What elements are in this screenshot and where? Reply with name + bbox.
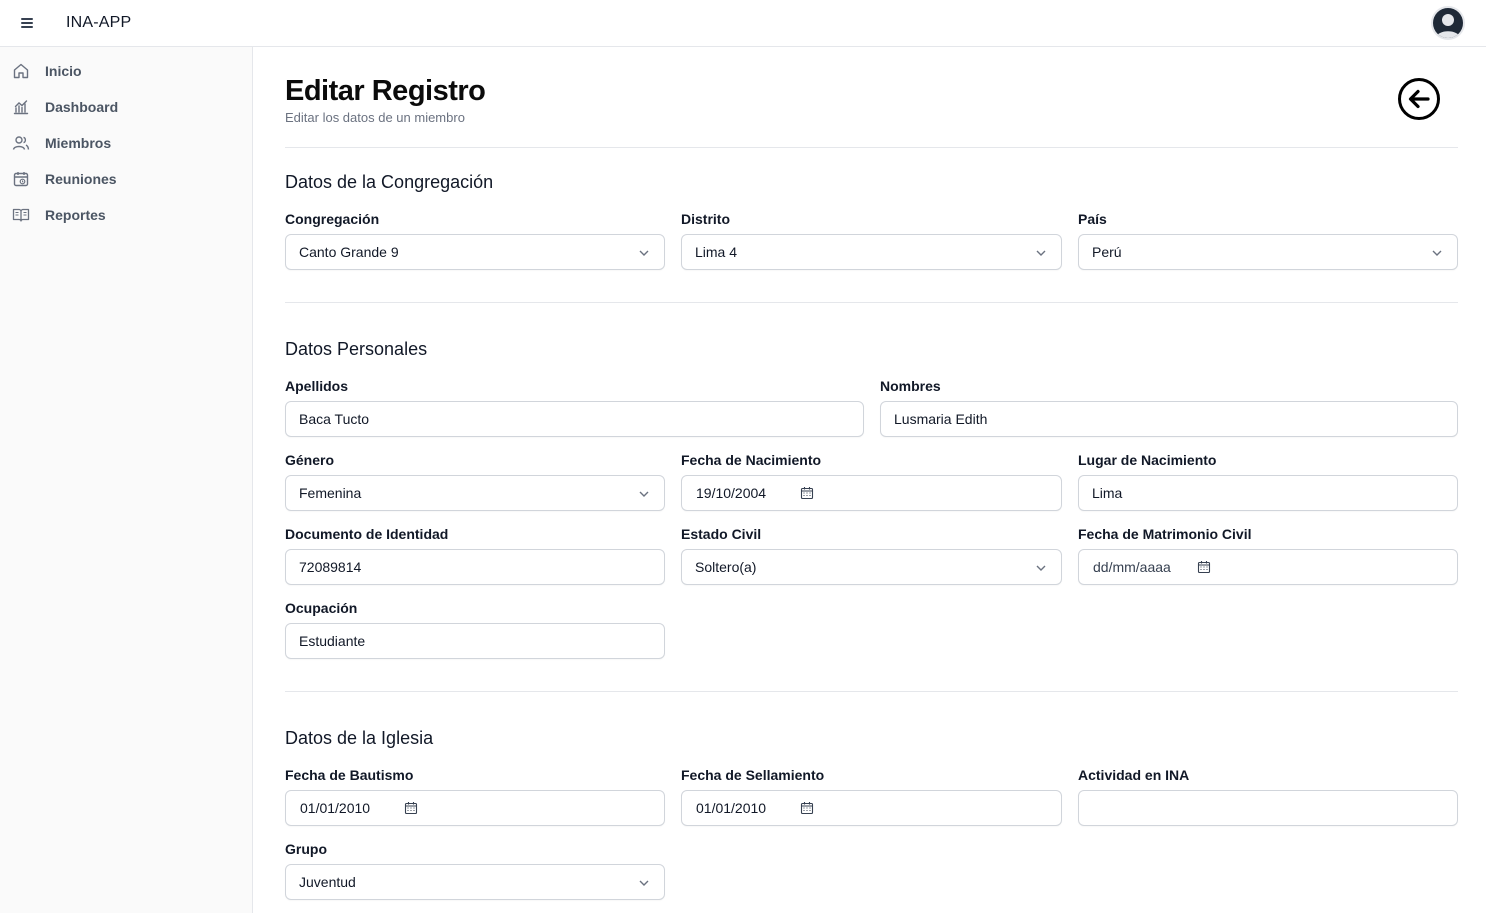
calendar-icon[interactable]: [800, 801, 814, 815]
actividad-input[interactable]: [1078, 790, 1458, 826]
sidebar: Inicio Dashboard Miembros Reuniones Repo…: [0, 47, 253, 913]
fecha-matrimonio-placeholder: dd/mm/aaaa: [1093, 559, 1171, 575]
nombres-label: Nombres: [880, 378, 941, 394]
sidebar-item-label: Reportes: [45, 207, 106, 223]
chevron-down-icon: [1432, 250, 1442, 256]
fecha-bautismo-label: Fecha de Bautismo: [285, 767, 414, 783]
home-icon: [13, 63, 29, 79]
chevron-down-icon: [639, 250, 649, 256]
pais-value: Perú: [1092, 244, 1122, 260]
chevron-down-icon: [639, 880, 649, 886]
pais-select[interactable]: Perú: [1078, 234, 1458, 270]
lugar-nacimiento-value: Lima: [1092, 485, 1123, 501]
divider: [285, 147, 1458, 148]
fecha-sellamiento-input[interactable]: 01/01/2010: [681, 790, 1062, 826]
lugar-nacimiento-input[interactable]: Lima: [1078, 475, 1458, 511]
genero-label: Género: [285, 452, 335, 468]
genero-value: Femenina: [299, 485, 362, 501]
fecha-matrimonio-input[interactable]: dd/mm/aaaa: [1078, 549, 1458, 585]
actividad-label: Actividad en INA: [1078, 767, 1190, 783]
section-title-iglesia: Datos de la Iglesia: [285, 728, 434, 748]
estado-civil-label: Estado Civil: [681, 526, 762, 542]
sidebar-item-label: Dashboard: [45, 99, 119, 115]
section-title-personales: Datos Personales: [285, 339, 428, 359]
chevron-down-icon: [1036, 250, 1046, 256]
nombres-input[interactable]: Lusmaria Edith: [880, 401, 1458, 437]
app-title: INA-APP: [66, 14, 132, 31]
sidebar-item-label: Miembros: [45, 135, 112, 151]
divider: [285, 302, 1458, 303]
documento-input[interactable]: 72089814: [285, 549, 665, 585]
congregacion-value: Canto Grande 9: [299, 244, 399, 260]
fecha-bautismo-value: 01/01/2010: [300, 800, 371, 816]
nombres-value: Lusmaria Edith: [894, 411, 988, 427]
grupo-select[interactable]: Juventud: [285, 864, 665, 900]
users-icon: [12, 136, 30, 150]
fecha-nacimiento-value: 19/10/2004: [696, 485, 767, 501]
calendar-icon[interactable]: [1197, 560, 1211, 574]
congregacion-select[interactable]: Canto Grande 9: [285, 234, 665, 270]
page-title: Editar Registro: [285, 75, 486, 107]
book-icon: [12, 208, 30, 222]
divider: [285, 691, 1458, 692]
top-bar: INA-APP: [0, 0, 1486, 47]
sidebar-item-label: Reuniones: [45, 171, 117, 187]
distrito-value: Lima 4: [695, 244, 738, 260]
apellidos-input[interactable]: Baca Tucto: [285, 401, 864, 437]
sidebar-item-reportes[interactable]: Reportes: [0, 197, 252, 233]
apellidos-label: Apellidos: [285, 378, 349, 394]
fecha-bautismo-input[interactable]: 01/01/2010: [285, 790, 665, 826]
calendar-icon[interactable]: [800, 486, 814, 500]
chevron-down-icon: [1036, 565, 1046, 571]
sidebar-item-miembros[interactable]: Miembros: [0, 125, 252, 161]
congregacion-label: Congregación: [285, 211, 380, 227]
lugar-nacimiento-label: Lugar de Nacimiento: [1078, 452, 1217, 468]
fecha-matrimonio-label: Fecha de Matrimonio Civil: [1078, 526, 1252, 542]
fecha-nacimiento-input[interactable]: 19/10/2004: [681, 475, 1062, 511]
chevron-down-icon: [639, 491, 649, 497]
sidebar-item-reuniones[interactable]: Reuniones: [0, 161, 252, 197]
back-button[interactable]: [1397, 77, 1441, 121]
estado-civil-value: Soltero(a): [695, 559, 757, 575]
estado-civil-select[interactable]: Soltero(a): [681, 549, 1062, 585]
documento-value: 72089814: [299, 559, 362, 575]
main-content: Editar Registro Editar los datos de un m…: [253, 47, 1486, 913]
documento-label: Documento de Identidad: [285, 526, 449, 542]
ocupacion-value: Estudiante: [299, 633, 366, 649]
calendar-icon[interactable]: [404, 801, 418, 815]
sidebar-item-dashboard[interactable]: Dashboard: [0, 89, 252, 125]
distrito-label: Distrito: [681, 211, 730, 227]
apellidos-value: Baca Tucto: [299, 411, 370, 427]
avatar[interactable]: [1431, 6, 1465, 40]
grupo-value: Juventud: [299, 874, 356, 890]
fecha-sellamiento-value: 01/01/2010: [696, 800, 767, 816]
fecha-nacimiento-label: Fecha de Nacimiento: [681, 452, 822, 468]
sidebar-item-label: Inicio: [45, 63, 82, 79]
user-avatar-icon: [1433, 8, 1463, 38]
page-subtitle: Editar los datos de un miembro: [285, 110, 465, 125]
chart-icon: [13, 100, 29, 115]
section-title-congregacion: Datos de la Congregación: [285, 172, 494, 192]
menu-icon[interactable]: [18, 14, 36, 32]
genero-select[interactable]: Femenina: [285, 475, 665, 511]
distrito-select[interactable]: Lima 4: [681, 234, 1062, 270]
ocupacion-label: Ocupación: [285, 600, 358, 616]
ocupacion-input[interactable]: Estudiante: [285, 623, 665, 659]
pais-label: País: [1078, 211, 1107, 227]
grupo-label: Grupo: [285, 841, 327, 857]
sidebar-item-inicio[interactable]: Inicio: [0, 53, 252, 89]
fecha-sellamiento-label: Fecha de Sellamiento: [681, 767, 825, 783]
arrow-left-circle-icon: [1398, 78, 1440, 120]
calendar-icon: [13, 172, 29, 187]
